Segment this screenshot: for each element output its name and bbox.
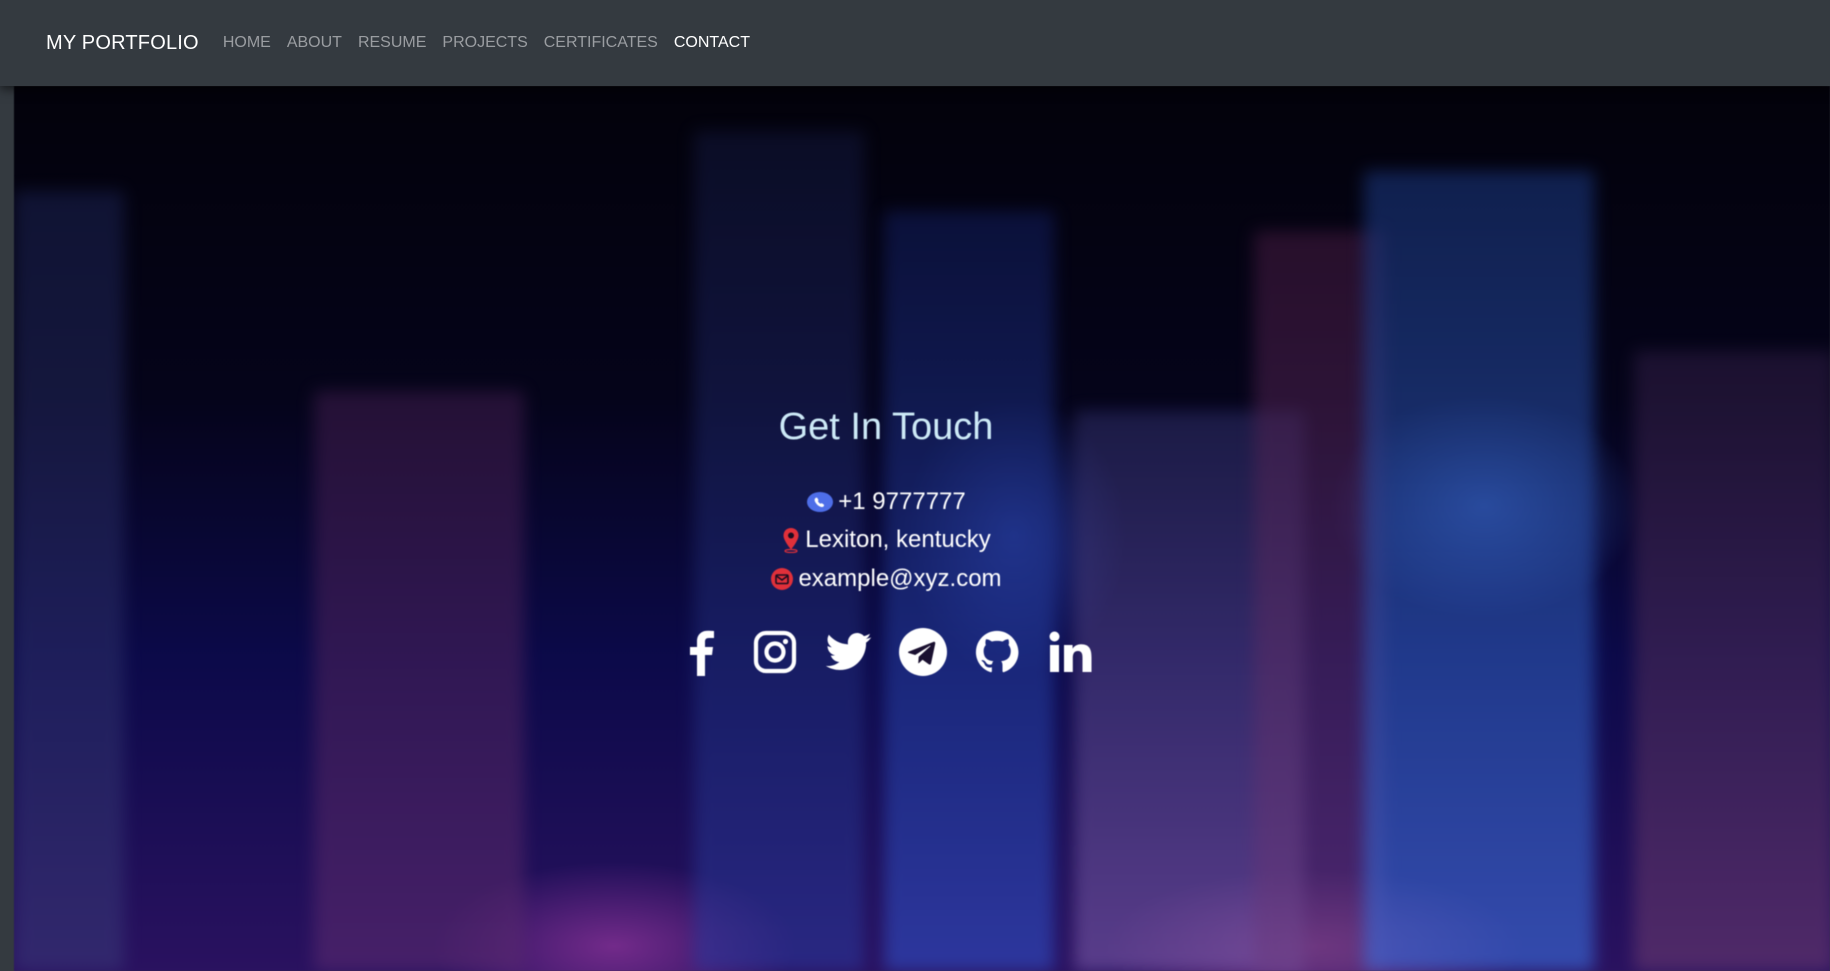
facebook-icon[interactable] [675,626,727,678]
email-address[interactable]: example@xyz.com [798,565,1001,593]
nav-link-certificates[interactable]: CERTIFICATES [544,34,658,52]
contact-phone: +1 9777777 [14,488,1758,516]
nav-link-resume[interactable]: RESUME [358,34,426,52]
phone-number[interactable]: +1 9777777 [838,488,965,516]
nav-link-contact[interactable]: CONTACT [674,34,750,52]
contact-location: Lexiton, kentucky [14,526,1758,554]
contact-section: Get In Touch +1 9777777 Lexiton, kentuck… [14,86,1830,971]
phone-icon [806,491,834,513]
contact-email: example@xyz.com [14,565,1758,593]
social-links [14,626,1758,678]
twitter-icon[interactable] [823,626,875,678]
location-text: Lexiton, kentucky [805,526,991,553]
linkedin-icon[interactable] [1045,626,1097,678]
nav-links: HOME ABOUT RESUME PROJECTS CERTIFICATES … [223,34,766,52]
github-icon[interactable] [971,626,1023,678]
telegram-icon[interactable] [897,626,949,678]
envelope-icon [770,567,794,591]
nav-link-projects[interactable]: PROJECTS [442,34,527,52]
contact-title: Get In Touch [778,406,994,448]
map-pin-icon [781,527,801,553]
brand-logo[interactable]: MY PORTFOLIO [46,32,199,55]
instagram-icon[interactable] [749,626,801,678]
nav-link-home[interactable]: HOME [223,34,271,52]
hero-background: Get In Touch +1 9777777 Lexiton, kentuck… [14,86,1830,971]
navbar: MY PORTFOLIO HOME ABOUT RESUME PROJECTS … [0,0,1830,86]
nav-link-about[interactable]: ABOUT [287,34,342,52]
